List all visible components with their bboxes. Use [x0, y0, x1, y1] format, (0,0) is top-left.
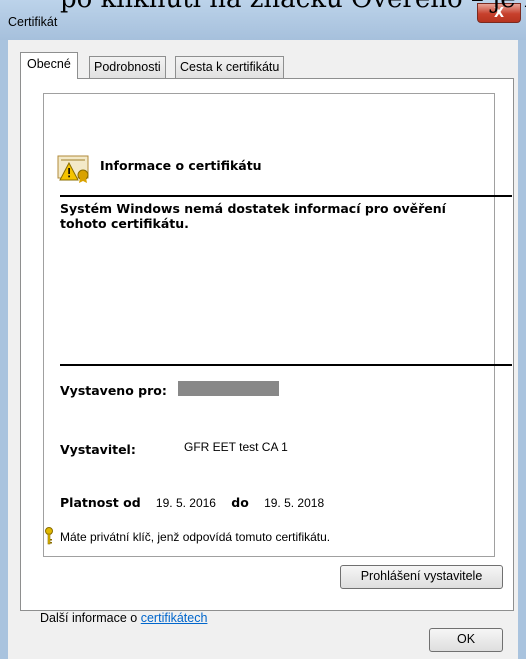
more-info: Další informace o certifikátech	[40, 611, 207, 625]
redacted-subject	[178, 381, 279, 396]
issued-to-row: Vystaveno pro:	[60, 380, 167, 399]
certificate-warning-icon	[57, 155, 89, 183]
valid-from-label: Platnost od	[60, 495, 141, 510]
valid-to-label: do	[231, 495, 249, 510]
issuer-statement-button[interactable]: Prohlášení vystavitele	[340, 565, 503, 589]
divider	[60, 364, 512, 366]
background-page-text: po kliknutí na značku Ověřeno – je m	[60, 0, 526, 14]
private-key-note: Máte privátní klíč, jenž odpovídá tomuto…	[60, 530, 331, 544]
issuer-value: GFR EET test CA 1	[184, 440, 288, 454]
valid-from-date: 19. 5. 2016	[155, 496, 216, 510]
certificates-link[interactable]: certifikátech	[141, 611, 208, 625]
cert-info-title: Informace o certifikátu	[100, 158, 262, 173]
tab-certification-path[interactable]: Cesta k certifikátu	[175, 56, 285, 78]
issuer-row: Vystavitel:	[60, 439, 136, 458]
window-title: Certifikát	[8, 15, 58, 29]
issuer-label: Vystavitel:	[60, 442, 136, 457]
ok-button[interactable]: OK	[429, 628, 503, 652]
verification-warning: Systém Windows nemá dostatek informací p…	[60, 201, 446, 231]
more-info-prefix: Další informace o	[40, 611, 141, 625]
tab-details[interactable]: Podrobnosti	[89, 56, 166, 78]
validity-row: Platnost od 19. 5. 2016 do 19. 5. 2018	[60, 492, 324, 511]
divider	[60, 195, 512, 197]
issued-to-label: Vystaveno pro:	[60, 383, 167, 398]
key-icon	[45, 527, 53, 545]
certificate-dialog: Certifikát X Obecné Podrobnosti Cesta k …	[0, 0, 526, 659]
dialog-client-area: Obecné Podrobnosti Cesta k certifikátu I…	[8, 40, 518, 659]
tab-panel-general: Informace o certifikátu Systém Windows n…	[20, 78, 514, 625]
tab-general[interactable]: Obecné	[20, 52, 78, 79]
valid-to-date: 19. 5. 2018	[264, 496, 325, 510]
certificate-info-box: Informace o certifikátu Systém Windows n…	[43, 93, 512, 557]
